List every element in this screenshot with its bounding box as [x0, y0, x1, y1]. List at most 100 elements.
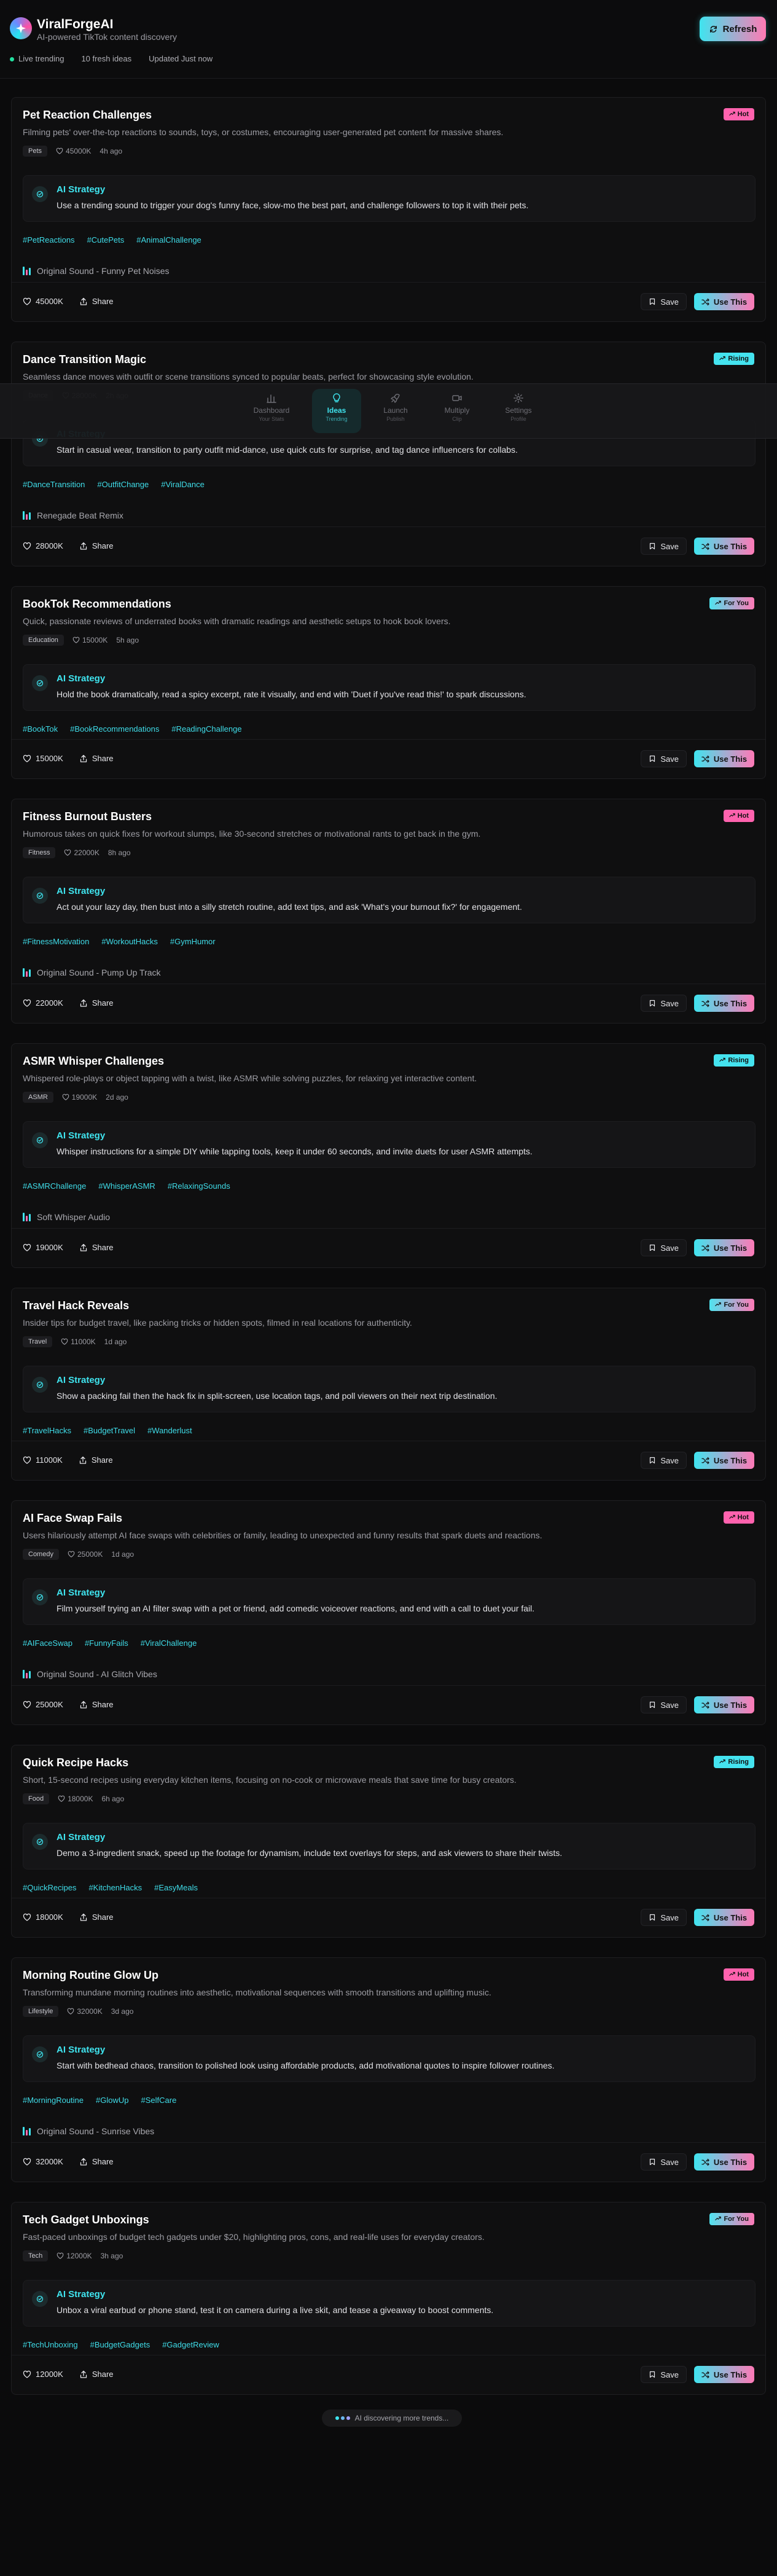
hashtag[interactable]: #AIFaceSwap [23, 1638, 72, 1648]
save-button[interactable]: Save [641, 2366, 687, 2383]
hashtag[interactable]: #GlowUp [96, 2096, 128, 2105]
sound-row[interactable]: Original Sound - Sunrise Vibes [23, 2126, 154, 2136]
like-button[interactable]: 25000K [23, 1700, 63, 1709]
save-button[interactable]: Save [641, 293, 687, 310]
hashtag[interactable]: #WhisperASMR [98, 1181, 155, 1191]
hashtag[interactable]: #FitnessMotivation [23, 937, 89, 946]
time-ago: 5h ago [116, 636, 139, 644]
share-button[interactable]: Share [79, 1455, 113, 1465]
save-button[interactable]: Save [641, 1909, 687, 1926]
hashtag[interactable]: #SelfCare [141, 2096, 176, 2105]
use-this-button[interactable]: Use This [694, 293, 754, 310]
sound-row[interactable]: Renegade Beat Remix [23, 511, 123, 520]
nav-dashboard[interactable]: Dashboard Your Stats [247, 393, 296, 422]
use-this-button[interactable]: Use This [694, 1696, 754, 1713]
hashtag[interactable]: #PetReactions [23, 235, 75, 245]
hashtag[interactable]: #BudgetTravel [84, 1426, 135, 1435]
hashtag[interactable]: #Wanderlust [147, 1426, 192, 1435]
like-button[interactable]: 28000K [23, 541, 63, 550]
hashtag[interactable]: #GadgetReview [162, 2340, 219, 2349]
hashtag[interactable]: #CutePets [87, 235, 125, 245]
hashtag[interactable]: #ASMRChallenge [23, 1181, 86, 1191]
bookmark-icon [649, 1457, 656, 1464]
use-this-button[interactable]: Use This [694, 2153, 754, 2171]
like-button[interactable]: 45000K [23, 297, 63, 306]
like-button[interactable]: 11000K [23, 1455, 63, 1465]
hashtag[interactable]: #WorkoutHacks [101, 937, 158, 946]
heart-icon [72, 636, 80, 644]
like-button[interactable]: 12000K [23, 2370, 63, 2379]
like-button[interactable]: 22000K [23, 998, 63, 1008]
hashtag[interactable]: #BookRecommendations [70, 724, 159, 734]
card-meta: Fitness 22000K 8h ago [23, 847, 131, 858]
sound-name: Soft Whisper Audio [37, 1212, 111, 1222]
use-this-button[interactable]: Use This [694, 2366, 754, 2383]
like-button[interactable]: 32000K [23, 2157, 63, 2166]
nav-multiply[interactable]: Multiply Clip [432, 393, 482, 422]
hashtag[interactable]: #EasyMeals [154, 1883, 198, 1892]
share-button[interactable]: Share [79, 754, 114, 763]
gear-icon [513, 393, 523, 403]
use-this-button[interactable]: Use This [694, 750, 754, 767]
save-button[interactable]: Save [641, 1452, 687, 1469]
like-button[interactable]: 19000K [23, 1243, 63, 1252]
share-button[interactable]: Share [79, 1700, 114, 1709]
share-button[interactable]: Share [79, 1243, 114, 1252]
hashtag[interactable]: #DanceTransition [23, 480, 85, 489]
save-button[interactable]: Save [641, 1696, 687, 1713]
save-button[interactable]: Save [641, 995, 687, 1012]
app-title: ViralForgeAI [37, 17, 114, 31]
refresh-button[interactable]: Refresh [700, 17, 766, 41]
use-this-button[interactable]: Use This [694, 1452, 754, 1469]
use-this-button[interactable]: Use This [694, 995, 754, 1012]
hashtag[interactable]: #MorningRoutine [23, 2096, 84, 2105]
nav-launch[interactable]: Launch Publish [371, 393, 420, 422]
sound-row[interactable]: Soft Whisper Audio [23, 1212, 110, 1222]
music-icon [23, 2127, 31, 2136]
sound-row[interactable]: Original Sound - AI Glitch Vibes [23, 1669, 157, 1679]
share-button[interactable]: Share [79, 297, 114, 306]
trending-icon [719, 355, 726, 363]
refresh-label: Refresh [722, 23, 757, 34]
card-actions-right: Save Use This [641, 1452, 754, 1469]
sound-row[interactable]: Original Sound - Funny Pet Noises [23, 266, 170, 276]
ai-icon [32, 1132, 48, 1148]
bookmark-icon [649, 298, 656, 305]
sound-row[interactable]: Original Sound - Pump Up Track [23, 968, 161, 977]
hashtag[interactable]: #OutfitChange [97, 480, 149, 489]
hashtag[interactable]: #ViralChallenge [141, 1638, 197, 1648]
hashtag[interactable]: #BudgetGadgets [90, 2340, 150, 2349]
hashtag[interactable]: #ReadingChallenge [171, 724, 241, 734]
hashtag[interactable]: #ViralDance [161, 480, 205, 489]
nav-ideas[interactable]: Ideas Trending [312, 389, 361, 433]
hashtag[interactable]: #TravelHacks [23, 1426, 71, 1435]
category-tag: Fitness [23, 847, 56, 858]
share-button[interactable]: Share [79, 541, 114, 550]
card-actions-left: 18000K Share [23, 1912, 114, 1922]
like-button[interactable]: 15000K [23, 754, 63, 763]
shuffle-icon [701, 298, 709, 306]
save-button[interactable]: Save [641, 750, 687, 767]
save-button[interactable]: Save [641, 1239, 687, 1256]
hashtag[interactable]: #QuickRecipes [23, 1883, 76, 1892]
nav-settings[interactable]: Settings Profile [494, 393, 543, 422]
save-button[interactable]: Save [641, 538, 687, 555]
hashtag[interactable]: #FunnyFails [85, 1638, 128, 1648]
use-this-button[interactable]: Use This [694, 538, 754, 555]
hashtag[interactable]: #TechUnboxing [23, 2340, 78, 2349]
trending-icon [728, 1514, 735, 1522]
share-button[interactable]: Share [79, 2157, 114, 2166]
hashtag[interactable]: #BookTok [23, 724, 58, 734]
save-button[interactable]: Save [641, 2153, 687, 2171]
share-button[interactable]: Share [79, 2370, 114, 2379]
ai-strategy-box: AI Strategy Use a trending sound to trig… [23, 175, 756, 222]
hashtag[interactable]: #KitchenHacks [88, 1883, 142, 1892]
like-button[interactable]: 18000K [23, 1912, 63, 1922]
hashtag[interactable]: #GymHumor [170, 937, 216, 946]
use-this-button[interactable]: Use This [694, 1239, 754, 1256]
hashtag[interactable]: #AnimalChallenge [136, 235, 201, 245]
share-button[interactable]: Share [79, 1912, 114, 1922]
use-this-button[interactable]: Use This [694, 1909, 754, 1926]
share-button[interactable]: Share [79, 998, 114, 1008]
hashtag[interactable]: #RelaxingSounds [168, 1181, 230, 1191]
